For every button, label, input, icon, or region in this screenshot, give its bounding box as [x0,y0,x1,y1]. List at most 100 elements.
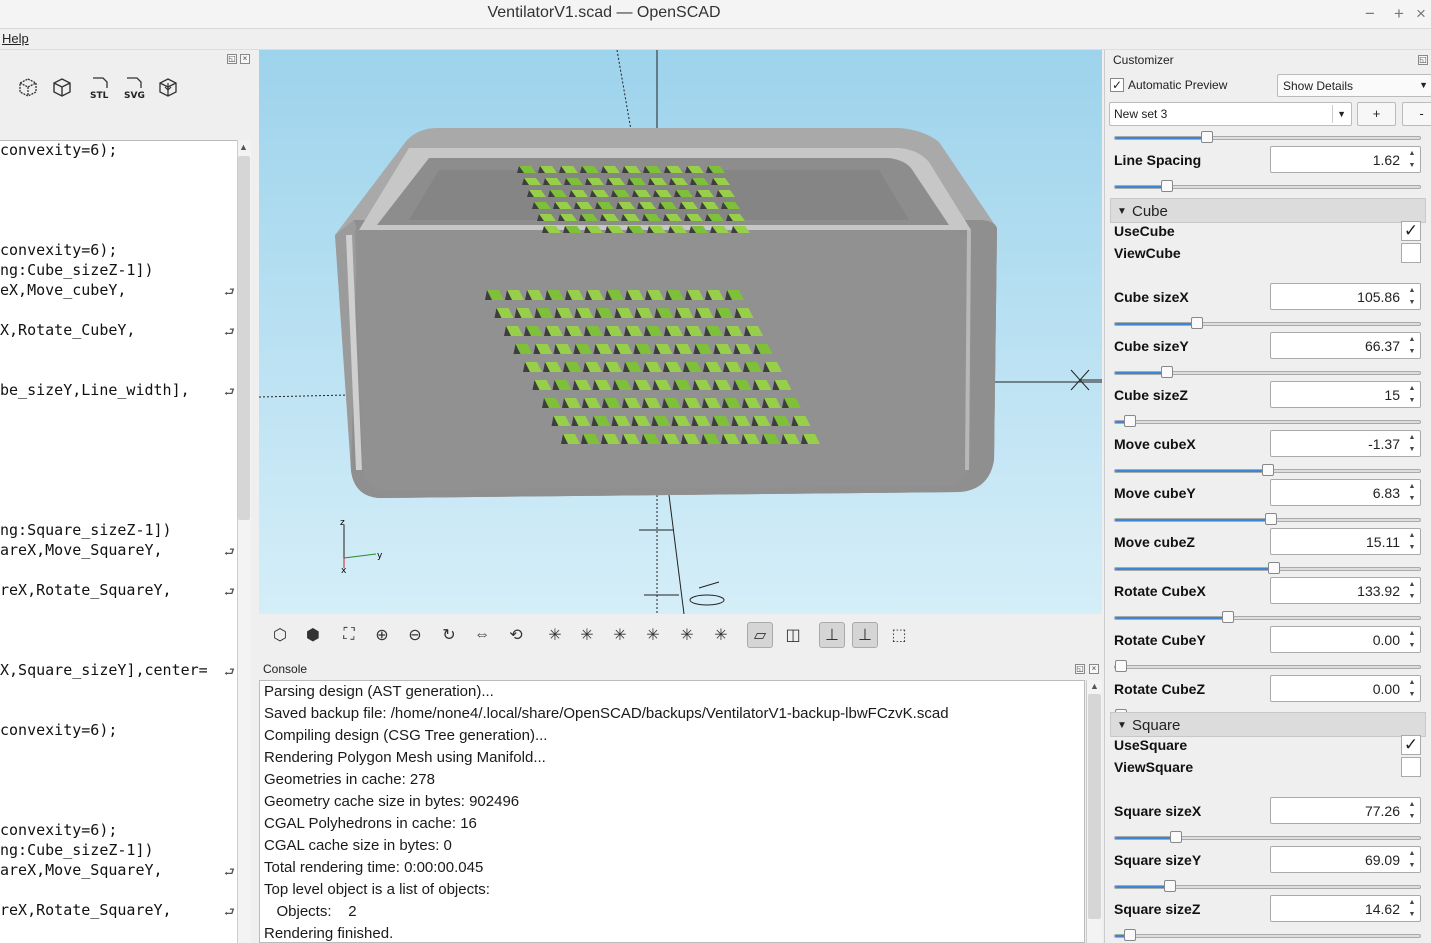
automatic-preview-checkbox[interactable]: ✓ [1110,78,1124,92]
param-slider-rotate-cubey[interactable] [1114,660,1421,672]
param-slider-square-sizez[interactable] [1114,929,1421,941]
spin-up-icon[interactable]: ▲ [1406,897,1418,908]
view-bottom-icon[interactable]: ✳ [607,622,633,648]
editor-scroll-handle[interactable] [238,156,250,520]
param-input-rotate-cubey[interactable]: 0.00 ▲ ▼ [1270,626,1421,653]
menu-help[interactable]: Help [2,31,29,46]
spin-down-icon[interactable]: ▼ [1406,909,1418,920]
param-slider-move-cubey[interactable] [1114,513,1421,525]
spin-up-icon[interactable]: ▲ [1406,628,1418,639]
spin-up-icon[interactable]: ▲ [1406,530,1418,541]
spin-up-icon[interactable]: ▲ [1406,481,1418,492]
remove-preset-button[interactable]: - [1402,102,1431,126]
render-icon[interactable]: ⬡ [267,622,293,648]
console-scrollbar[interactable]: ▲ [1086,680,1102,943]
spin-down-icon[interactable]: ▼ [1406,395,1418,406]
spin-up-icon[interactable]: ▲ [1406,334,1418,345]
close-button[interactable]: × [1411,4,1431,24]
details-select[interactable]: Show Details ▼ [1277,74,1431,97]
export-svg-icon[interactable]: SVG [120,74,148,102]
param-checkbox-usecube[interactable]: ✓ [1401,221,1421,241]
param-slider-square-sizex[interactable] [1114,831,1421,843]
param-input-cube-sizex[interactable]: 105.86 ▲ ▼ [1270,283,1421,310]
console-scroll-handle[interactable] [1088,694,1101,919]
surface-view-icon[interactable]: ⟲ [503,622,529,648]
param-slider-cube-sizez[interactable] [1114,415,1421,427]
maximize-button[interactable]: + [1389,4,1409,24]
spin-down-icon[interactable]: ▼ [1406,860,1418,871]
param-input-square-sizey[interactable]: 69.09 ▲ ▼ [1270,846,1421,873]
view-right-icon[interactable]: ✳ [542,622,568,648]
param-input-move-cubez[interactable]: 15.11 ▲ ▼ [1270,528,1421,555]
param-slider-rotate-cubex[interactable] [1114,611,1421,623]
reset-view-icon[interactable]: ↻ [436,622,462,648]
view-back-icon[interactable]: ✳ [708,622,734,648]
param-input-move-cubex[interactable]: -1.37 ▲ ▼ [1270,430,1421,457]
spin-up-icon[interactable]: ▲ [1406,799,1418,810]
spin-down-icon[interactable]: ▼ [1406,689,1418,700]
preview-cube-icon[interactable] [48,74,76,102]
spin-down-icon[interactable]: ▼ [1406,297,1418,308]
view-front-icon[interactable]: ✳ [674,622,700,648]
spin-up-icon[interactable]: ▲ [1406,848,1418,859]
param-slider-cube-sizey[interactable] [1114,366,1421,378]
param-checkbox-usesquare[interactable]: ✓ [1401,735,1421,755]
render-cube-icon[interactable] [14,74,42,102]
spin-up-icon[interactable]: ▲ [1406,432,1418,443]
param-slider-line-spacing[interactable] [1114,180,1421,192]
section-header-cube[interactable]: ▼ Cube [1110,198,1426,223]
show-edges-icon[interactable]: ⬚ [886,622,912,648]
export-3d-icon[interactable] [154,74,182,102]
param-input-square-sizex[interactable]: 77.26 ▲ ▼ [1270,797,1421,824]
minimize-button[interactable]: − [1360,4,1380,24]
orthogonal-icon[interactable]: ◫ [780,622,806,648]
param-input-rotate-cubez[interactable]: 0.00 ▲ ▼ [1270,675,1421,702]
param-input-move-cubey[interactable]: 6.83 ▲ ▼ [1270,479,1421,506]
zoom-out-icon[interactable]: ⊖ [402,622,428,648]
customizer-float-button[interactable]: ◱ [1418,55,1428,65]
slider-prev[interactable] [1114,131,1421,143]
param-input-cube-sizey[interactable]: 66.37 ▲ ▼ [1270,332,1421,359]
export-stl-icon[interactable]: STL [86,74,114,102]
param-slider-square-sizey[interactable] [1114,880,1421,892]
view-left-icon[interactable]: ✳ [640,622,666,648]
spin-up-icon[interactable]: ▲ [1406,148,1418,159]
spin-down-icon[interactable]: ▼ [1406,811,1418,822]
zoom-in-icon[interactable]: ⊕ [369,622,395,648]
perspective-icon[interactable]: ▱ [747,622,773,648]
code-editor[interactable]: convexity=6); convexity=6); ng:Cube_sizeZ-… [0,140,237,943]
preset-select[interactable]: New set 3 ▼ [1109,102,1352,126]
show-scale-icon[interactable]: ⊥ [852,622,878,648]
spin-down-icon[interactable]: ▼ [1406,542,1418,553]
console-float-button[interactable]: ◱ [1075,664,1085,674]
view-top-icon[interactable]: ✳ [574,622,600,648]
spin-down-icon[interactable]: ▼ [1406,493,1418,504]
scroll-up-icon[interactable]: ▲ [239,142,248,152]
spin-up-icon[interactable]: ▲ [1406,285,1418,296]
show-axes-icon[interactable]: ⊥ [819,622,845,648]
param-input-square-sizez[interactable]: 14.62 ▲ ▼ [1270,895,1421,922]
editor-close-button[interactable]: × [240,54,250,64]
param-input-cube-sizez[interactable]: 15 ▲ ▼ [1270,381,1421,408]
spin-down-icon[interactable]: ▼ [1406,640,1418,651]
param-slider-cube-sizex[interactable] [1114,317,1421,329]
param-input-rotate-cubex[interactable]: 133.92 ▲ ▼ [1270,577,1421,604]
spin-up-icon[interactable]: ▲ [1406,579,1418,590]
preview-icon[interactable]: ⬢ [300,622,326,648]
center-view-icon[interactable]: ⇔ [469,622,495,648]
param-slider-move-cubez[interactable] [1114,562,1421,574]
section-header-square[interactable]: ▼ Square [1110,712,1426,737]
3d-viewport[interactable]: z y x [259,50,1102,614]
param-slider-move-cubex[interactable] [1114,464,1421,476]
scroll-up-icon[interactable]: ▲ [1090,681,1099,691]
editor-float-button[interactable]: ◱ [227,54,237,64]
param-checkbox-viewsquare[interactable] [1401,757,1421,777]
spin-up-icon[interactable]: ▲ [1406,677,1418,688]
view-all-icon[interactable]: ⛶ [336,622,362,648]
spin-down-icon[interactable]: ▼ [1406,591,1418,602]
add-preset-button[interactable]: + [1357,102,1396,126]
spin-down-icon[interactable]: ▼ [1406,160,1418,171]
spin-down-icon[interactable]: ▼ [1406,346,1418,357]
console-close-button[interactable]: × [1089,664,1099,674]
spin-up-icon[interactable]: ▲ [1406,383,1418,394]
